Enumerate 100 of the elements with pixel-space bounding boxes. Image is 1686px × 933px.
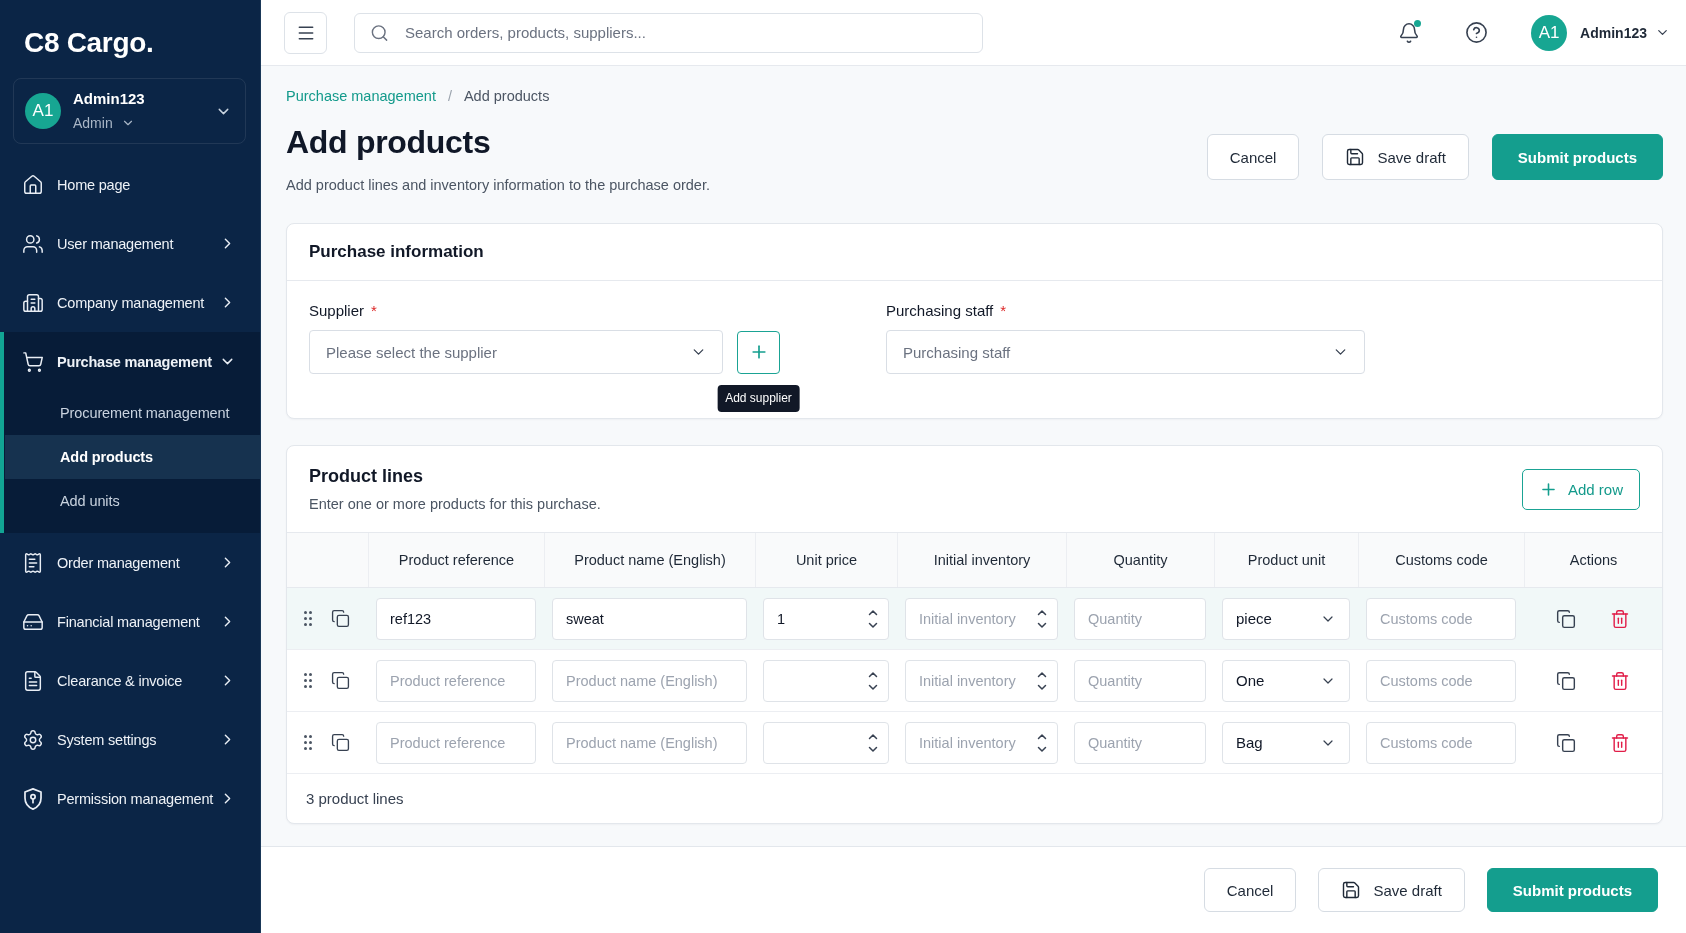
cancel-button[interactable]: Cancel	[1206, 134, 1300, 180]
save-icon	[1341, 880, 1362, 900]
cart-icon	[22, 350, 44, 373]
customs-code-field[interactable]: Customs code	[1366, 597, 1516, 640]
initial-inventory-field[interactable]: Initial inventory	[905, 597, 1058, 640]
drag-handle-icon[interactable]	[304, 673, 312, 688]
spinner-icon[interactable]	[868, 733, 878, 752]
trash-icon[interactable]	[1610, 732, 1630, 753]
quantity-field[interactable]: Quantity	[1074, 659, 1206, 702]
nav-item[interactable]: Financial management	[0, 592, 260, 651]
copy-icon[interactable]	[1556, 732, 1576, 753]
customs-code-field[interactable]: Customs code	[1366, 659, 1516, 702]
column-header: Customs code	[1358, 533, 1524, 587]
save-draft-button[interactable]: Save draft	[1322, 134, 1469, 180]
account-role: Admin	[73, 114, 113, 132]
product-name-field[interactable]: Product name (English)	[552, 721, 747, 764]
logo: C8 Cargo.	[24, 27, 154, 59]
page-subtitle: Add product lines and inventory information to the purchase order.	[286, 176, 710, 194]
account-card[interactable]: A1 Admin123 Admin	[13, 78, 246, 144]
spinner-icon[interactable]	[868, 671, 878, 690]
copy-icon[interactable]	[331, 671, 350, 690]
nav-item[interactable]: Clearance & invoice	[0, 651, 260, 710]
avatar: A1	[25, 93, 61, 129]
product-name-field[interactable]: sweat	[552, 597, 747, 640]
tooltip: Add supplier	[717, 384, 800, 412]
settings-icon	[22, 728, 44, 751]
spinner-icon[interactable]	[1037, 609, 1047, 628]
initial-inventory-field[interactable]: Initial inventory	[905, 659, 1058, 702]
card-title: Purchase information	[309, 241, 484, 263]
unit-price-field[interactable]	[763, 721, 889, 764]
breadcrumb-current: Add products	[463, 87, 550, 106]
product-reference-field[interactable]: ref123	[376, 597, 536, 640]
copy-icon[interactable]	[1556, 608, 1576, 629]
help-icon[interactable]	[1465, 21, 1489, 44]
document-icon	[22, 669, 44, 692]
row-count-text: 3 product lines	[306, 790, 404, 807]
required-mark: *	[371, 302, 377, 320]
add-button[interactable]	[737, 330, 780, 374]
product-unit-select[interactable]: piece	[1222, 597, 1350, 640]
breadcrumb-separator: /	[447, 87, 452, 106]
field-label: Purchasing staff	[886, 302, 994, 320]
page-title: Add products	[286, 123, 491, 162]
column-header: Product reference	[368, 533, 544, 587]
product-reference-field[interactable]: Product reference	[376, 659, 536, 702]
menu-button[interactable]	[284, 11, 327, 54]
nav-item[interactable]: System settings	[0, 710, 260, 769]
spinner-icon[interactable]	[868, 609, 878, 628]
product-unit-select[interactable]: One	[1222, 659, 1350, 702]
receipt-icon	[22, 551, 44, 574]
drag-handle-icon[interactable]	[304, 735, 312, 750]
nav-item[interactable]: Home page	[0, 155, 260, 214]
field-label: Supplier	[309, 302, 365, 320]
column-header: Initial inventory	[897, 533, 1066, 587]
column-header: Product name (English)	[544, 533, 755, 587]
add-row-button[interactable]: Add row	[1521, 468, 1640, 510]
nav-item[interactable]: User management	[0, 214, 260, 273]
nav-item[interactable]: Purchase management	[0, 332, 260, 391]
submenu-item[interactable]: Add products	[5, 435, 260, 479]
product-name-field[interactable]: Product name (English)	[552, 659, 747, 702]
copy-icon[interactable]	[331, 733, 350, 752]
product-reference-field[interactable]: Product reference	[376, 721, 536, 764]
users-icon	[22, 232, 44, 255]
spinner-icon[interactable]	[1037, 671, 1047, 690]
nav-item[interactable]: Order management	[0, 533, 260, 592]
column-header: Unit price	[755, 533, 897, 587]
quantity-field[interactable]: Quantity	[1074, 721, 1206, 764]
column-header: Actions	[1524, 533, 1662, 587]
unit-price-field[interactable]: 1	[763, 597, 889, 640]
select-field[interactable]: Please select the supplier	[309, 330, 723, 374]
drag-handle-icon[interactable]	[304, 611, 312, 626]
required-mark: *	[1000, 302, 1007, 320]
account-name: Admin123	[73, 90, 145, 108]
save-icon	[1345, 147, 1366, 167]
building-icon	[22, 291, 44, 314]
submenu-item[interactable]: Procurement management	[5, 391, 260, 435]
product-unit-select[interactable]: Bag	[1222, 721, 1350, 764]
trash-icon[interactable]	[1610, 608, 1630, 629]
home-icon	[22, 173, 44, 196]
initial-inventory-field[interactable]: Initial inventory	[905, 721, 1058, 764]
card-title: Product lines	[309, 465, 425, 487]
unit-price-field[interactable]	[763, 659, 889, 702]
search-icon	[370, 23, 389, 42]
nav-item[interactable]: Company management	[0, 273, 260, 332]
customs-code-field[interactable]: Customs code	[1366, 721, 1516, 764]
trash-icon[interactable]	[1610, 670, 1630, 691]
search-field[interactable]: Search orders, products, suppliers...	[354, 12, 983, 53]
copy-icon[interactable]	[1556, 670, 1576, 691]
copy-icon[interactable]	[331, 609, 350, 628]
cancel-button[interactable]: Cancel	[1203, 868, 1297, 912]
column-header: Quantity	[1066, 533, 1214, 587]
spinner-icon[interactable]	[1037, 733, 1047, 752]
submenu-item[interactable]: Add units	[5, 479, 260, 523]
nav-item[interactable]: Permission management	[0, 769, 260, 828]
user-name[interactable]: Admin123	[1580, 24, 1647, 41]
save-draft-button[interactable]: Save draft	[1318, 868, 1465, 912]
select-field[interactable]: Purchasing staff	[886, 330, 1365, 374]
shield-icon	[24, 787, 42, 810]
bell-icon[interactable]	[1398, 21, 1421, 44]
column-header: Product unit	[1214, 533, 1358, 587]
quantity-field[interactable]: Quantity	[1074, 597, 1206, 640]
